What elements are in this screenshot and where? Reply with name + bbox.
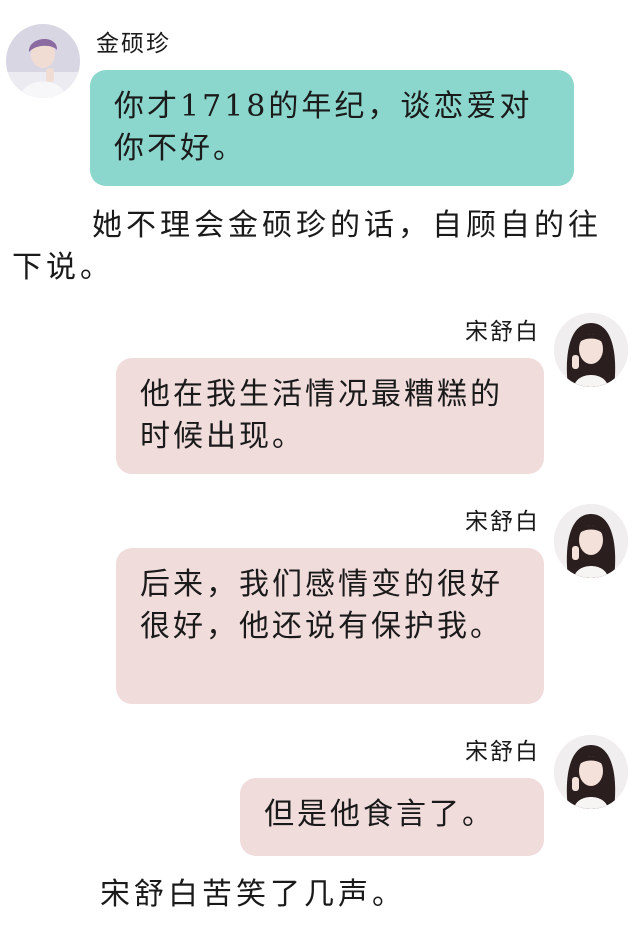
message-bubble[interactable]: 他在我生活情况最糟糕的时候出现。: [116, 358, 544, 474]
avatar-man-icon: [6, 24, 80, 98]
message-text: 他在我生活情况最糟糕的时候出现。: [140, 377, 503, 454]
avatar-song-shubai[interactable]: [554, 504, 628, 578]
message-text: 但是他食言了。: [264, 797, 495, 832]
message-bubble[interactable]: 后来，我们感情变的很好很好，他还说有保护我。: [116, 548, 544, 704]
avatar-woman-icon: [554, 735, 628, 809]
avatar-song-shubai[interactable]: [554, 313, 628, 387]
speaker-name: 宋舒白: [465, 319, 540, 345]
message-bubble[interactable]: 你才1718的年纪，谈恋爱对你不好。: [90, 70, 574, 186]
speaker-name: 宋舒白: [465, 509, 540, 535]
speaker-name: 宋舒白: [465, 739, 540, 765]
message-text: 你才1718的年纪，谈恋爱对你不好。: [114, 89, 533, 166]
narration-text: 她不理会金硕珍的话，自顾自的往下说。: [12, 208, 602, 285]
speaker-name: 金硕珍: [96, 31, 171, 57]
avatar-woman-icon: [554, 504, 628, 578]
avatar-jin-seokjin[interactable]: [6, 24, 80, 98]
avatar-song-shubai[interactable]: [554, 735, 628, 809]
message-text: 后来，我们感情变的很好很好，他还说有保护我。: [140, 567, 503, 644]
message-bubble[interactable]: 但是他食言了。: [240, 778, 544, 856]
avatar-woman-icon: [554, 313, 628, 387]
narration-text: 宋舒白苦笑了几声。: [100, 877, 406, 912]
